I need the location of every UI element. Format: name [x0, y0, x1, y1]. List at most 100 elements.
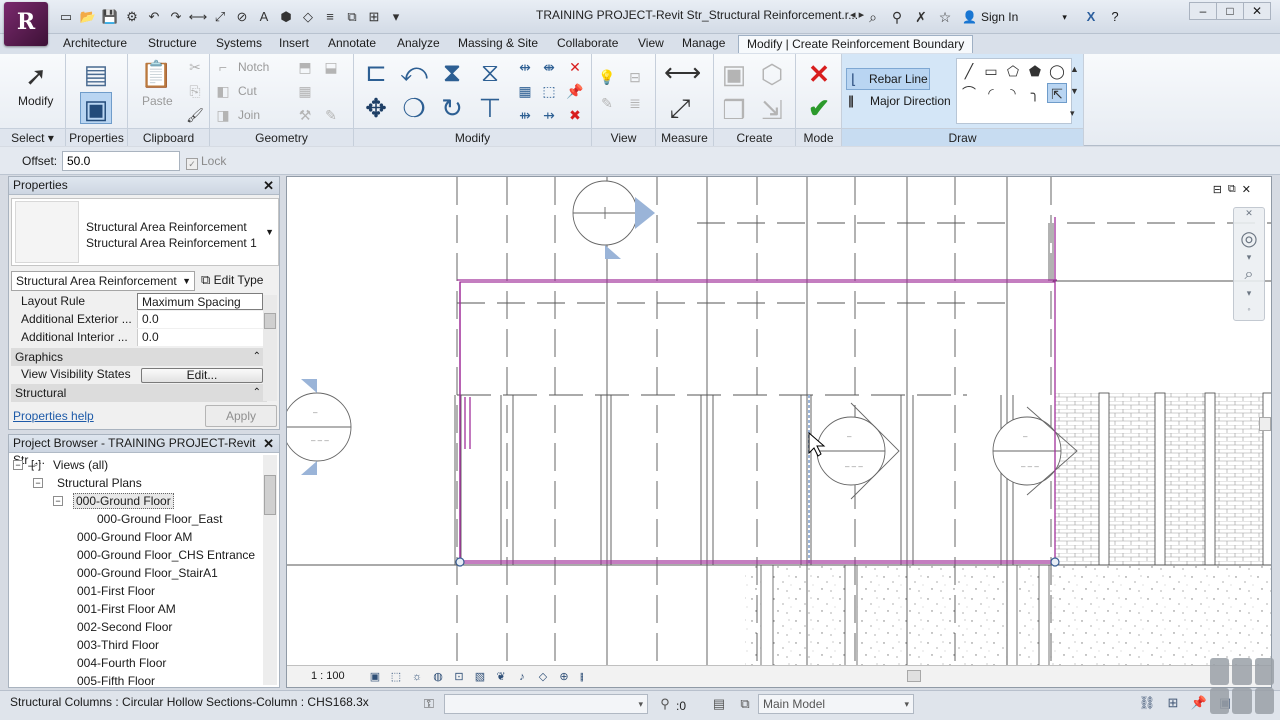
line-icon[interactable]: ╱ [959, 61, 979, 81]
lock-checkbox[interactable]: ✓ Lock [186, 154, 226, 170]
maximize-button[interactable]: □ [1216, 2, 1244, 20]
scale-icon[interactable]: ⬚ [540, 82, 558, 100]
properties-help-link[interactable]: Properties help [13, 409, 94, 423]
tag-icon[interactable]: ⊘ [232, 8, 252, 26]
sun-path-icon[interactable]: ☼ [409, 669, 425, 685]
maximize-view-icon[interactable]: ⧉ [1228, 183, 1236, 196]
design-option-select[interactable]: Main Model ▾ [758, 694, 914, 714]
open-icon[interactable]: 📂 [78, 8, 98, 26]
plan-drawing[interactable]: – – – – – – – – – – – – [287, 177, 1272, 667]
minimize-button[interactable]: – [1189, 2, 1217, 20]
sync-icon[interactable]: ⚙ [122, 8, 142, 26]
close-icon[interactable]: ✕ [1234, 208, 1264, 219]
cancel-edit-mode-icon[interactable]: ✕ [803, 58, 835, 90]
properties-toggle-icon[interactable]: ▣ [80, 92, 112, 124]
create-similar-icon[interactable]: ⇲ [756, 94, 788, 126]
select-underlay-icon[interactable]: ⊞ [1164, 695, 1182, 713]
tangent-arc-icon[interactable]: ◝ [1003, 83, 1023, 103]
browser-scrollbar[interactable] [263, 455, 277, 685]
close-view-icon[interactable]: ✕ [1242, 183, 1251, 196]
tab-manage[interactable]: Manage [682, 35, 725, 53]
chevron-down-icon[interactable]: ▾ [1234, 288, 1264, 299]
apply-button[interactable]: Apply [205, 405, 277, 427]
communication-icon[interactable]: ⚲ [888, 9, 906, 25]
close-icon[interactable]: ✕ [263, 435, 274, 452]
temporary-hide-icon[interactable]: ❦ [493, 669, 509, 685]
restore-view-icon[interactable]: ⊟ [1213, 183, 1222, 196]
tab-systems[interactable]: Systems [216, 35, 262, 53]
tree-item-views-all[interactable]: − [◦] Views (all) [13, 456, 108, 474]
unpin-icon[interactable]: ✕ [566, 58, 584, 76]
split-element-icon[interactable]: ⇹ [516, 58, 534, 76]
tab-analyze[interactable]: Analyze [397, 35, 440, 53]
tab-insert[interactable]: Insert [279, 35, 309, 53]
tree-item[interactable]: 005-Fifth Floor [77, 672, 155, 687]
editable-only-icon[interactable]: ▤ [710, 695, 728, 713]
measure-icon[interactable]: ⟷ [188, 8, 208, 26]
tree-item[interactable]: 004-Fourth Floor [77, 654, 166, 672]
notch-label[interactable]: Notch [238, 60, 269, 74]
tab-modify-create-reinforcement-boundary[interactable]: Modify | Create Reinforcement Boundary [738, 35, 974, 53]
rotate-icon[interactable]: ↻ [436, 92, 468, 124]
active-workset-select[interactable]: ▾ [444, 694, 648, 714]
view-scale[interactable]: 1 : 100 [311, 670, 345, 682]
design-options-icon[interactable]: ⧉ [736, 695, 754, 713]
undo-icon[interactable]: ↶ [144, 8, 164, 26]
property-value[interactable]: 0.0 [137, 329, 263, 346]
properties-scrollbar[interactable] [263, 295, 277, 401]
scrollbar-thumb[interactable] [264, 475, 276, 515]
cut-scissors-icon[interactable]: ✂ [186, 58, 204, 76]
offset-icon[interactable]: ⤺ [398, 56, 430, 88]
exchange-apps-icon[interactable]: X [1082, 8, 1100, 26]
array-icon[interactable]: ▦ [516, 82, 534, 100]
new-icon[interactable]: ▭ [56, 8, 76, 26]
temp-view-properties-icon[interactable]: ◇ [535, 669, 551, 685]
property-row-layout-rule[interactable]: Layout Rule Maximum Spacing [11, 293, 267, 311]
property-row-additional-exterior[interactable]: Additional Exterior ... 0.0 [11, 311, 267, 329]
demolish-icon[interactable]: ⚒ [296, 106, 314, 124]
copy-icon[interactable]: ⎘ [186, 82, 204, 100]
horizontal-scrollbar[interactable] [583, 668, 1259, 684]
help-icon[interactable]: ? [1106, 8, 1124, 26]
property-value[interactable]: 0.0 [137, 311, 263, 328]
paint-icon[interactable]: ⬓ [322, 58, 340, 76]
redo-icon[interactable]: ↷ [166, 8, 186, 26]
mirror-axis-icon[interactable]: ⧗ [436, 56, 468, 88]
application-menu-button[interactable]: R [4, 2, 48, 46]
circle-icon[interactable]: ◯ [1047, 61, 1067, 81]
inscribed-polygon-icon[interactable]: ⬠ [1003, 61, 1023, 81]
center-ends-arc-icon[interactable]: ◜ [981, 83, 1001, 103]
tree-item[interactable]: 000-Ground Floor AM [77, 528, 192, 546]
paste-icon[interactable]: 📋 [140, 58, 172, 90]
remove-paint-icon[interactable]: ✎ [322, 106, 340, 124]
selection-filter-icon[interactable]: ⚲ [656, 695, 674, 713]
property-row-additional-interior[interactable]: Additional Interior ... 0.0 [11, 329, 267, 347]
collapse-icon[interactable]: − [33, 478, 43, 488]
trim-extend-icon[interactable]: ⊤ [474, 92, 506, 124]
trim-multiple-icon[interactable]: ⇻ [516, 106, 534, 124]
aligned-dimension-icon[interactable]: ⤢ [664, 92, 696, 124]
pick-lines-icon[interactable]: ⇱ [1047, 83, 1067, 103]
start-end-arc-icon[interactable]: ⌒ [959, 83, 979, 103]
join-label[interactable]: Join [238, 108, 260, 122]
tab-view[interactable]: View [638, 35, 664, 53]
fillet-arc-icon[interactable]: ╮ [1025, 83, 1045, 103]
sign-in-button[interactable]: 👤 Sign In ▾ [962, 10, 1067, 24]
worksets-icon[interactable]: ⚿ [420, 695, 438, 713]
detail-level-icon[interactable]: ▣ [367, 669, 383, 685]
binoculars-icon[interactable]: ⌕ [864, 9, 882, 25]
drawing-canvas[interactable]: – – – – – – – – – – – – ⊟ ⧉ ✕ ✕ ◎ ▾ ⌕ ▾ ◦ 1 [286, 176, 1272, 688]
shadows-icon[interactable]: ◍ [430, 669, 446, 685]
edit-type-button[interactable]: ⧉ Edit Type [201, 271, 263, 289]
tree-item[interactable]: 000-Ground Floor_East [97, 510, 222, 528]
close-hidden-icon[interactable]: ⧉ [342, 8, 362, 26]
circumscribed-polygon-icon[interactable]: ⬟ [1025, 61, 1045, 81]
tab-collaborate[interactable]: Collaborate [557, 35, 618, 53]
dimension-icon[interactable]: ⤢ [210, 8, 230, 26]
rebar-line-button[interactable]: ⌊ Rebar Line [846, 68, 930, 90]
major-direction-button[interactable]: ||| Major Direction [848, 93, 951, 108]
create-assembly-icon[interactable]: ▣ [718, 58, 750, 90]
tab-massing-site[interactable]: Massing & Site [458, 35, 538, 53]
split-face-icon[interactable]: ⬒ [296, 58, 314, 76]
select-panel-dropdown[interactable]: Select ▾ [0, 128, 65, 146]
